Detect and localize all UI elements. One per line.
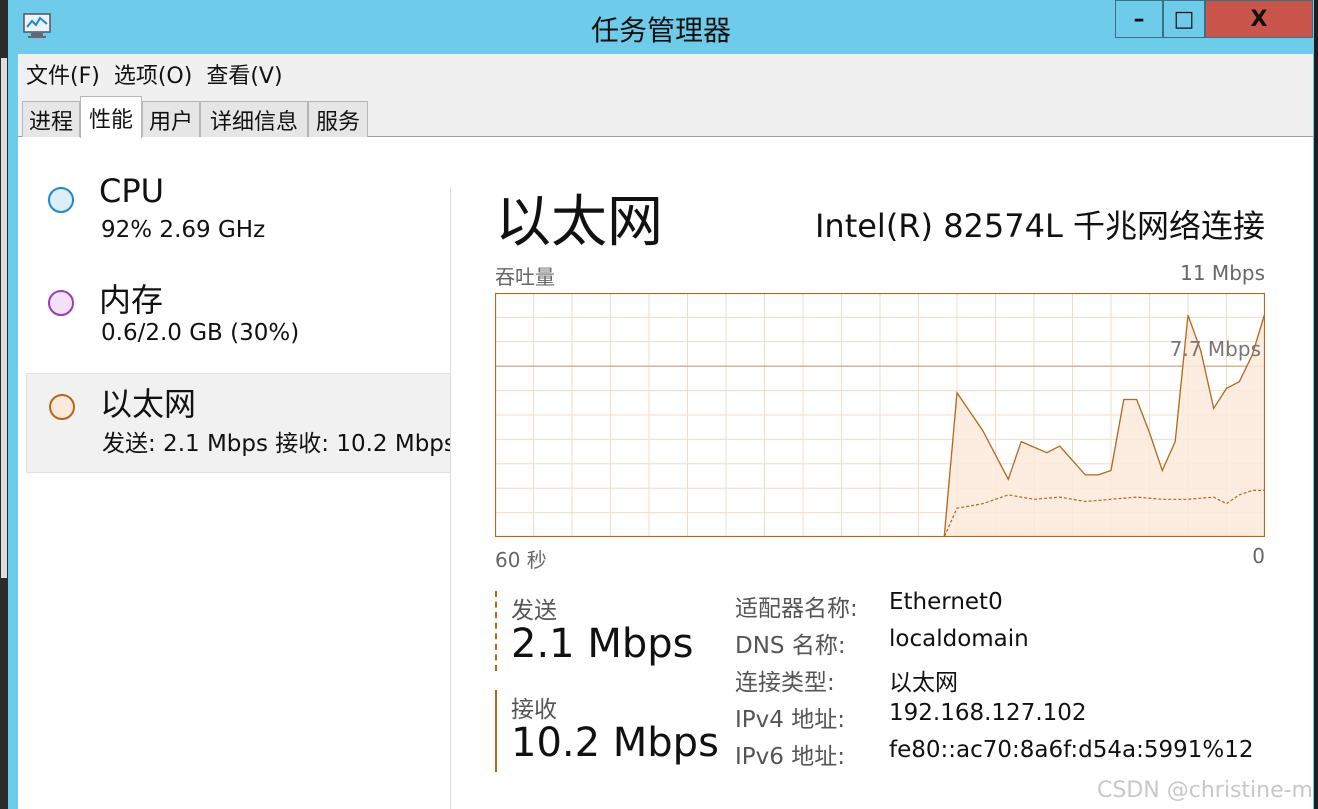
property-value: 192.168.127.102 xyxy=(889,700,1087,726)
property-key: 连接类型: xyxy=(735,670,835,696)
sidebar-item-subtitle: 92% 2.69 GHz xyxy=(101,217,266,243)
chart-gridline-label: 7.7 Mbps xyxy=(1169,337,1261,361)
resource-sidebar: CPU 92% 2.69 GHz 内存 0.6/2.0 GB (30%) 以太网… xyxy=(18,137,450,809)
receive-stat: 接收 10.2 Mbps xyxy=(495,690,719,772)
ethernet-indicator-icon xyxy=(49,394,75,420)
sidebar-item-title: 以太网 xyxy=(100,385,197,423)
title-bar[interactable]: 任务管理器 – □ X xyxy=(8,0,1314,54)
property-value: 以太网 xyxy=(889,670,958,696)
property-key: DNS 名称: xyxy=(735,633,846,659)
memory-indicator-icon xyxy=(48,290,74,316)
property-key: IPv4 地址: xyxy=(735,707,845,733)
detail-title: 以太网 xyxy=(495,190,663,255)
menu-options[interactable]: 选项(O) xyxy=(114,58,192,90)
sidebar-item-title: CPU xyxy=(99,172,165,210)
send-label: 发送 xyxy=(511,598,557,624)
send-value: 2.1 Mbps xyxy=(511,621,694,667)
menu-bar: 文件(F) 选项(O) 查看(V) xyxy=(18,54,1313,94)
chart-time-start-label: 60 秒 xyxy=(495,548,547,572)
background-window-strip xyxy=(0,0,8,809)
sidebar-item-subtitle: 发送: 2.1 Mbps 接收: 10.2 Mbps xyxy=(102,431,450,457)
tab-users[interactable]: 用户 xyxy=(142,101,200,137)
ethernet-detail: 以太网 Intel(R) 82574L 千兆网络连接 吞吐量 11 Mbps 7… xyxy=(495,137,1275,809)
sidebar-item-cpu[interactable]: CPU 92% 2.69 GHz xyxy=(26,167,450,267)
sidebar-item-memory[interactable]: 内存 0.6/2.0 GB (30%) xyxy=(26,270,450,370)
performance-panel: CPU 92% 2.69 GHz 内存 0.6/2.0 GB (30%) 以太网… xyxy=(18,137,1313,809)
adapter-name: Intel(R) 82574L 千兆网络连接 xyxy=(814,207,1265,245)
minimize-button[interactable]: – xyxy=(1115,0,1163,38)
sidebar-divider xyxy=(450,187,451,809)
tab-processes[interactable]: 进程 xyxy=(22,101,80,137)
sidebar-item-subtitle: 0.6/2.0 GB (30%) xyxy=(101,320,300,346)
property-value: Ethernet0 xyxy=(889,589,1003,615)
watermark: CSDN @christine-m xyxy=(1097,778,1313,803)
cpu-indicator-icon xyxy=(48,187,74,213)
close-button[interactable]: X xyxy=(1205,0,1313,38)
sidebar-item-ethernet[interactable]: 以太网 发送: 2.1 Mbps 接收: 10.2 Mbps xyxy=(26,373,450,473)
maximize-button[interactable]: □ xyxy=(1163,0,1205,38)
throughput-chart[interactable] xyxy=(495,293,1265,537)
chart-time-end-label: 0 xyxy=(1252,544,1265,568)
tab-services[interactable]: 服务 xyxy=(308,101,368,137)
receive-value: 10.2 Mbps xyxy=(511,720,719,766)
tab-details[interactable]: 详细信息 xyxy=(200,101,308,137)
send-stat: 发送 2.1 Mbps xyxy=(495,591,715,671)
menu-file[interactable]: 文件(F) xyxy=(26,58,100,90)
tab-performance[interactable]: 性能 xyxy=(80,96,142,138)
menu-view[interactable]: 查看(V) xyxy=(206,58,282,90)
property-value: localdomain xyxy=(889,626,1029,652)
task-manager-window: 任务管理器 – □ X 文件(F) 选项(O) 查看(V) 进程 性能 用户 详… xyxy=(8,0,1314,809)
chart-max-label: 11 Mbps xyxy=(1180,261,1265,285)
background-window-edge xyxy=(1,58,7,578)
property-key: 适配器名称: xyxy=(735,596,858,622)
receive-legend-line xyxy=(495,690,497,772)
tab-strip: 进程 性能 用户 详细信息 服务 xyxy=(18,94,1313,138)
receive-label: 接收 xyxy=(511,697,557,723)
throughput-label: 吞吐量 xyxy=(495,265,555,289)
property-key: IPv6 地址: xyxy=(735,744,845,770)
property-value: fe80::ac70:8a6f:d54a:5991%12 xyxy=(889,737,1254,763)
sidebar-item-title: 内存 xyxy=(99,281,164,319)
send-legend-line xyxy=(495,591,497,671)
